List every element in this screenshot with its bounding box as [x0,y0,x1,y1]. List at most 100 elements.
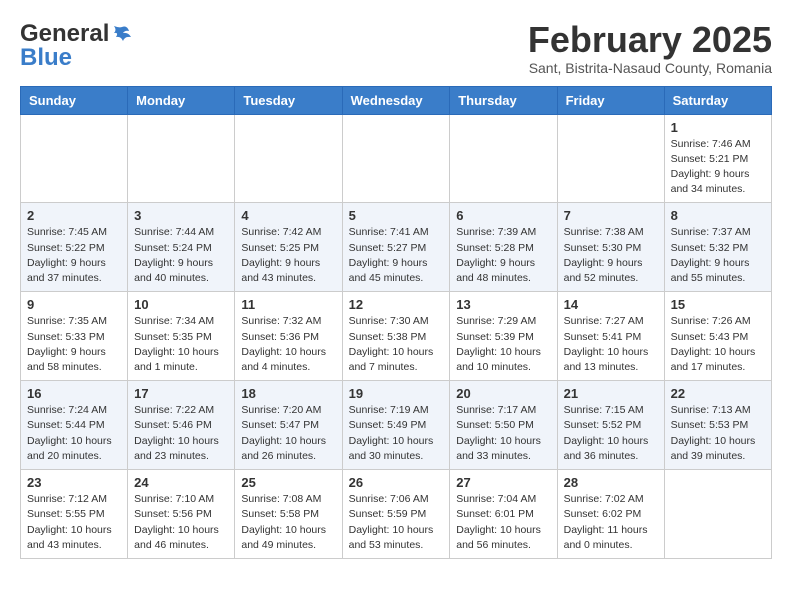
logo: General Blue [20,20,135,67]
day-number: 7 [564,208,658,223]
calendar-cell: 20 Sunrise: 7:17 AM Sunset: 5:50 PM Dayli… [450,381,557,470]
day-number: 22 [671,386,765,401]
calendar-cell: 27 Sunrise: 7:04 AM Sunset: 6:01 PM Dayli… [450,470,557,559]
calendar-cell: 9Sunrise: 7:35 AM Sunset: 5:33 PM Daylig… [21,292,128,381]
calendar-table: SundayMondayTuesdayWednesdayThursdayFrid… [20,86,772,559]
calendar-cell: 24Sunrise: 7:10 AM Sunset: 5:56 PM Dayli… [128,470,235,559]
day-number: 14 [564,297,658,312]
day-info: Sunrise: 7:34 AM Sunset: 5:35 PM Dayligh… [134,314,228,375]
calendar-cell: 8 Sunrise: 7:37 AM Sunset: 5:32 PM Daylig… [664,203,771,292]
calendar-cell: 26 Sunrise: 7:06 AM Sunset: 5:59 PM Dayli… [342,470,450,559]
calendar-cell: 18 Sunrise: 7:20 AM Sunset: 5:47 PM Dayli… [235,381,342,470]
day-info: Sunrise: 7:17 AM Sunset: 5:50 PM Dayligh… [456,403,550,464]
calendar-cell: 16 Sunrise: 7:24 AM Sunset: 5:44 PM Dayli… [21,381,128,470]
calendar-cell: 25 Sunrise: 7:08 AM Sunset: 5:58 PM Dayli… [235,470,342,559]
day-info: Sunrise: 7:45 AM Sunset: 5:22 PM Dayligh… [27,225,121,286]
calendar-cell: 2Sunrise: 7:45 AM Sunset: 5:22 PM Daylig… [21,203,128,292]
calendar-week-row: 9Sunrise: 7:35 AM Sunset: 5:33 PM Daylig… [21,292,772,381]
calendar-cell: 7 Sunrise: 7:38 AM Sunset: 5:30 PM Daylig… [557,203,664,292]
day-number: 12 [349,297,444,312]
day-number: 28 [564,475,658,490]
day-info: Sunrise: 7:30 AM Sunset: 5:38 PM Dayligh… [349,314,444,375]
day-info: Sunrise: 7:29 AM Sunset: 5:39 PM Dayligh… [456,314,550,375]
day-number: 8 [671,208,765,223]
calendar-week-row: 1 Sunrise: 7:46 AM Sunset: 5:21 PM Daylig… [21,114,772,203]
day-number: 23 [27,475,121,490]
day-number: 11 [241,297,335,312]
day-info: Sunrise: 7:46 AM Sunset: 5:21 PM Dayligh… [671,137,765,198]
month-year: February 2025 [528,20,772,60]
day-info: Sunrise: 7:19 AM Sunset: 5:49 PM Dayligh… [349,403,444,464]
calendar-header-thursday: Thursday [450,86,557,114]
day-info: Sunrise: 7:04 AM Sunset: 6:01 PM Dayligh… [456,492,550,553]
day-number: 20 [456,386,550,401]
calendar-cell [450,114,557,203]
calendar-week-row: 23 Sunrise: 7:12 AM Sunset: 5:55 PM Dayli… [21,470,772,559]
title-area: February 2025 Sant, Bistrita-Nasaud Coun… [528,20,772,76]
calendar-cell: 5 Sunrise: 7:41 AM Sunset: 5:27 PM Daylig… [342,203,450,292]
day-info: Sunrise: 7:02 AM Sunset: 6:02 PM Dayligh… [564,492,658,553]
day-info: Sunrise: 7:35 AM Sunset: 5:33 PM Dayligh… [27,314,121,375]
calendar-week-row: 2Sunrise: 7:45 AM Sunset: 5:22 PM Daylig… [21,203,772,292]
calendar-header-saturday: Saturday [664,86,771,114]
day-info: Sunrise: 7:27 AM Sunset: 5:41 PM Dayligh… [564,314,658,375]
day-number: 1 [671,120,765,135]
day-info: Sunrise: 7:22 AM Sunset: 5:46 PM Dayligh… [134,403,228,464]
calendar-cell: 4 Sunrise: 7:42 AM Sunset: 5:25 PM Daylig… [235,203,342,292]
day-info: Sunrise: 7:26 AM Sunset: 5:43 PM Dayligh… [671,314,765,375]
day-number: 27 [456,475,550,490]
day-info: Sunrise: 7:42 AM Sunset: 5:25 PM Dayligh… [241,225,335,286]
day-info: Sunrise: 7:06 AM Sunset: 5:59 PM Dayligh… [349,492,444,553]
calendar-header-monday: Monday [128,86,235,114]
day-number: 10 [134,297,228,312]
day-number: 16 [27,386,121,401]
day-info: Sunrise: 7:20 AM Sunset: 5:47 PM Dayligh… [241,403,335,464]
calendar-header-row: SundayMondayTuesdayWednesdayThursdayFrid… [21,86,772,114]
day-info: Sunrise: 7:44 AM Sunset: 5:24 PM Dayligh… [134,225,228,286]
calendar-cell: 15 Sunrise: 7:26 AM Sunset: 5:43 PM Dayli… [664,292,771,381]
calendar-cell: 21Sunrise: 7:15 AM Sunset: 5:52 PM Dayli… [557,381,664,470]
calendar-week-row: 16 Sunrise: 7:24 AM Sunset: 5:44 PM Dayli… [21,381,772,470]
logo-blue: Blue [20,48,72,67]
day-info: Sunrise: 7:39 AM Sunset: 5:28 PM Dayligh… [456,225,550,286]
calendar-cell [21,114,128,203]
day-number: 18 [241,386,335,401]
calendar-cell: 17Sunrise: 7:22 AM Sunset: 5:46 PM Dayli… [128,381,235,470]
day-info: Sunrise: 7:08 AM Sunset: 5:58 PM Dayligh… [241,492,335,553]
day-number: 15 [671,297,765,312]
calendar-header-wednesday: Wednesday [342,86,450,114]
location: Sant, Bistrita-Nasaud County, Romania [528,60,772,76]
day-info: Sunrise: 7:13 AM Sunset: 5:53 PM Dayligh… [671,403,765,464]
calendar-header-sunday: Sunday [21,86,128,114]
calendar-cell [664,470,771,559]
calendar-cell [342,114,450,203]
day-info: Sunrise: 7:37 AM Sunset: 5:32 PM Dayligh… [671,225,765,286]
day-info: Sunrise: 7:24 AM Sunset: 5:44 PM Dayligh… [27,403,121,464]
logo-icon [111,23,133,45]
day-number: 25 [241,475,335,490]
day-number: 3 [134,208,228,223]
day-number: 26 [349,475,444,490]
day-number: 5 [349,208,444,223]
day-info: Sunrise: 7:12 AM Sunset: 5:55 PM Dayligh… [27,492,121,553]
calendar-cell: 3 Sunrise: 7:44 AM Sunset: 5:24 PM Daylig… [128,203,235,292]
day-info: Sunrise: 7:38 AM Sunset: 5:30 PM Dayligh… [564,225,658,286]
day-number: 19 [349,386,444,401]
day-info: Sunrise: 7:15 AM Sunset: 5:52 PM Dayligh… [564,403,658,464]
calendar-cell: 14 Sunrise: 7:27 AM Sunset: 5:41 PM Dayli… [557,292,664,381]
calendar-cell [235,114,342,203]
calendar-cell: 10 Sunrise: 7:34 AM Sunset: 5:35 PM Dayli… [128,292,235,381]
calendar-cell: 28 Sunrise: 7:02 AM Sunset: 6:02 PM Dayli… [557,470,664,559]
calendar-cell: 19 Sunrise: 7:19 AM Sunset: 5:49 PM Dayli… [342,381,450,470]
calendar-cell: 12 Sunrise: 7:30 AM Sunset: 5:38 PM Dayli… [342,292,450,381]
day-info: Sunrise: 7:41 AM Sunset: 5:27 PM Dayligh… [349,225,444,286]
calendar-cell [128,114,235,203]
calendar-cell: 6 Sunrise: 7:39 AM Sunset: 5:28 PM Daylig… [450,203,557,292]
page-header: General Blue February 2025 Sant, Bistrit… [20,20,772,76]
day-number: 4 [241,208,335,223]
calendar-cell: 11 Sunrise: 7:32 AM Sunset: 5:36 PM Dayli… [235,292,342,381]
day-number: 6 [456,208,550,223]
day-info: Sunrise: 7:32 AM Sunset: 5:36 PM Dayligh… [241,314,335,375]
calendar-cell: 23 Sunrise: 7:12 AM Sunset: 5:55 PM Dayli… [21,470,128,559]
calendar-cell: 22 Sunrise: 7:13 AM Sunset: 5:53 PM Dayli… [664,381,771,470]
